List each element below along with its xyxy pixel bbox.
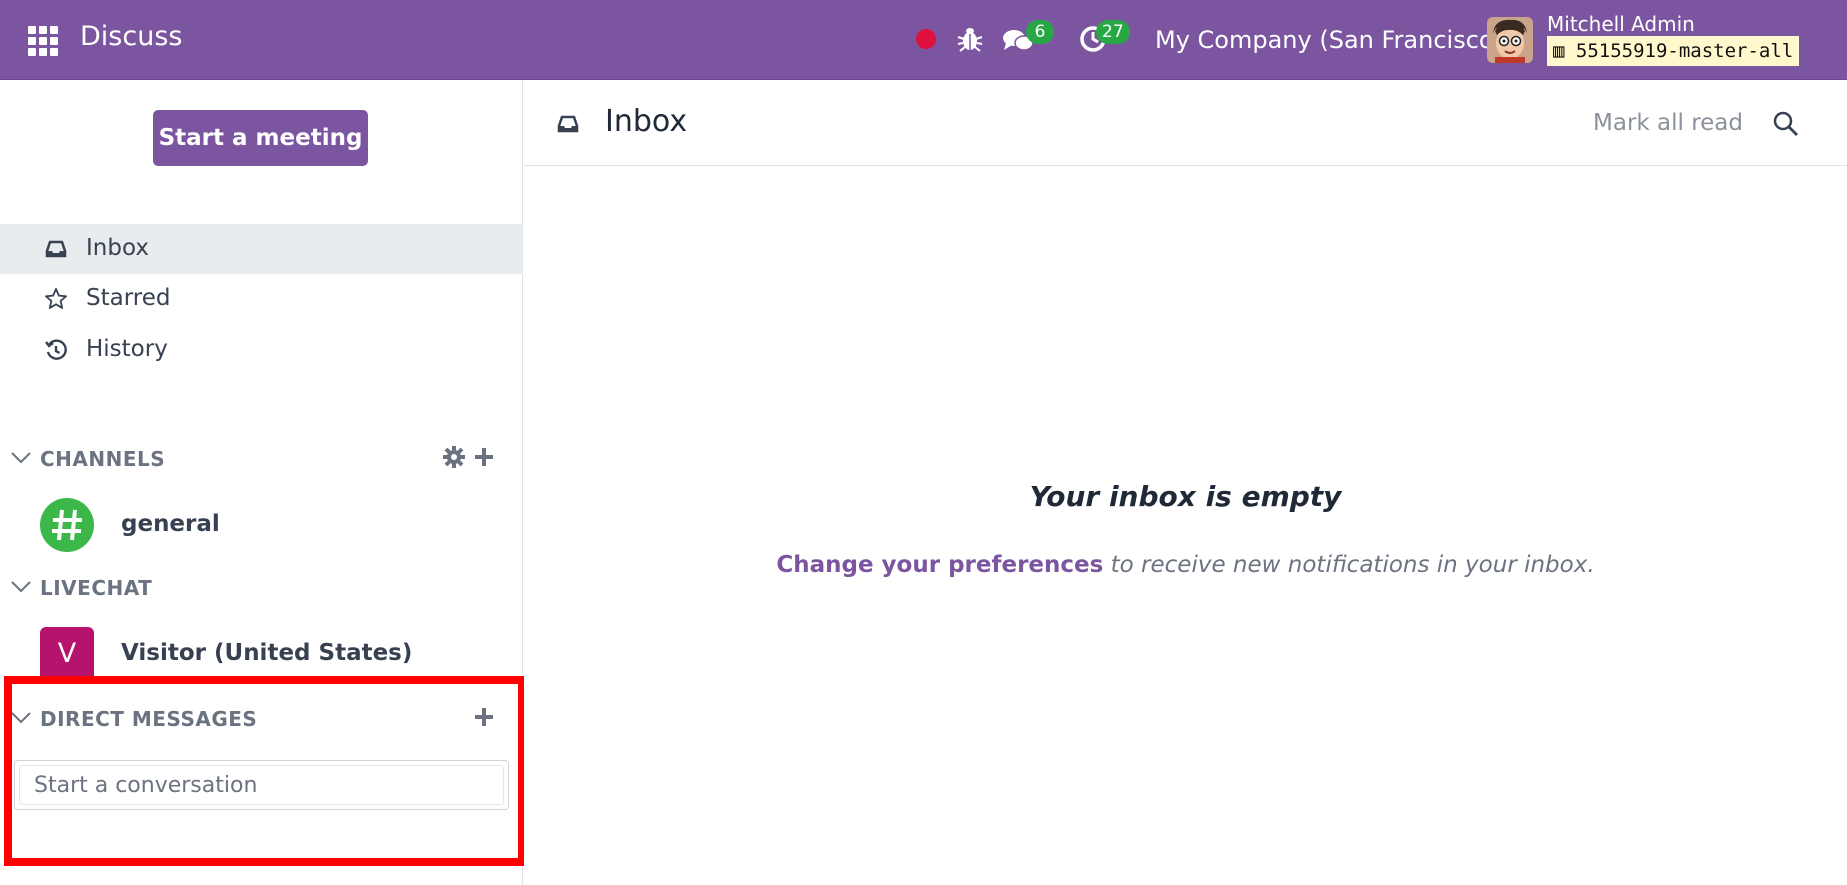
inbox-icon [45,240,67,258]
livechat-item-visitor[interactable]: V Visitor (United States) [0,621,523,681]
chevron-down-icon[interactable] [10,707,32,729]
livechat-label[interactable]: LIVECHAT [40,576,152,600]
empty-inbox-title: Your inbox is empty [1029,480,1342,513]
channels-section-header: CHANNELS [0,438,523,478]
sidebar: Start a meeting Inbox Starred History CH… [0,80,523,885]
star-icon [45,288,67,309]
search-icon[interactable] [1772,110,1800,138]
main-panel: Inbox Mark all read Your inbox is empty … [524,80,1847,885]
database-icon: ▥ [1553,40,1565,62]
channel-hash-icon [40,498,94,552]
livechat-name: Visitor (United States) [121,640,413,666]
database-name: 55155919-master-all [1575,40,1794,62]
bug-icon[interactable] [957,25,983,53]
main-header: Inbox Mark all read [524,80,1847,166]
history-icon [45,339,67,360]
chevron-down-icon[interactable] [10,576,32,598]
chat-count-badge: 6 [1026,20,1054,44]
sidebar-item-history[interactable]: History [0,325,523,375]
livechat-section-header: LIVECHAT [0,567,523,607]
record-indicator-icon[interactable] [916,29,936,49]
page-title: Inbox [605,104,688,139]
channels-label[interactable]: CHANNELS [40,447,165,471]
sidebar-item-starred[interactable]: Starred [0,274,523,324]
app-title[interactable]: Discuss [80,21,182,52]
add-direct-message-icon[interactable] [472,705,496,729]
empty-inbox-text: to receive new notifications in your inb… [1110,552,1595,578]
empty-inbox-message: Change your preferences to receive new n… [524,552,1847,578]
chevron-down-icon[interactable] [10,447,32,469]
sidebar-item-label: Starred [86,285,171,311]
sidebar-item-label: History [86,336,168,362]
start-conversation-field [14,760,509,810]
change-preferences-link[interactable]: Change your preferences [776,552,1103,578]
mark-all-read-button[interactable]: Mark all read [1593,110,1743,136]
gear-icon[interactable] [442,445,466,469]
database-badge: ▥ 55155919-master-all [1547,36,1800,66]
sidebar-item-inbox[interactable]: Inbox [0,224,523,274]
top-navbar: Discuss 6 27 My Company (San Francisco) [0,0,1847,80]
channel-item-general[interactable]: general [0,492,523,552]
grid-icon[interactable] [28,26,60,56]
add-channel-icon[interactable] [472,445,496,469]
visitor-avatar: V [40,627,94,681]
start-meeting-button[interactable]: Start a meeting [153,110,368,166]
company-switcher[interactable]: My Company (San Francisco) [1155,26,1503,54]
direct-messages-label[interactable]: DIRECT MESSAGES [40,707,257,731]
channel-name: general [121,511,220,537]
start-conversation-input[interactable] [19,765,504,805]
direct-messages-section-header: DIRECT MESSAGES [0,698,523,738]
user-name[interactable]: Mitchell Admin [1547,12,1695,36]
avatar[interactable] [1487,17,1533,63]
sidebar-item-label: Inbox [86,235,149,261]
activity-count-badge: 27 [1096,20,1130,44]
inbox-icon [557,115,579,133]
